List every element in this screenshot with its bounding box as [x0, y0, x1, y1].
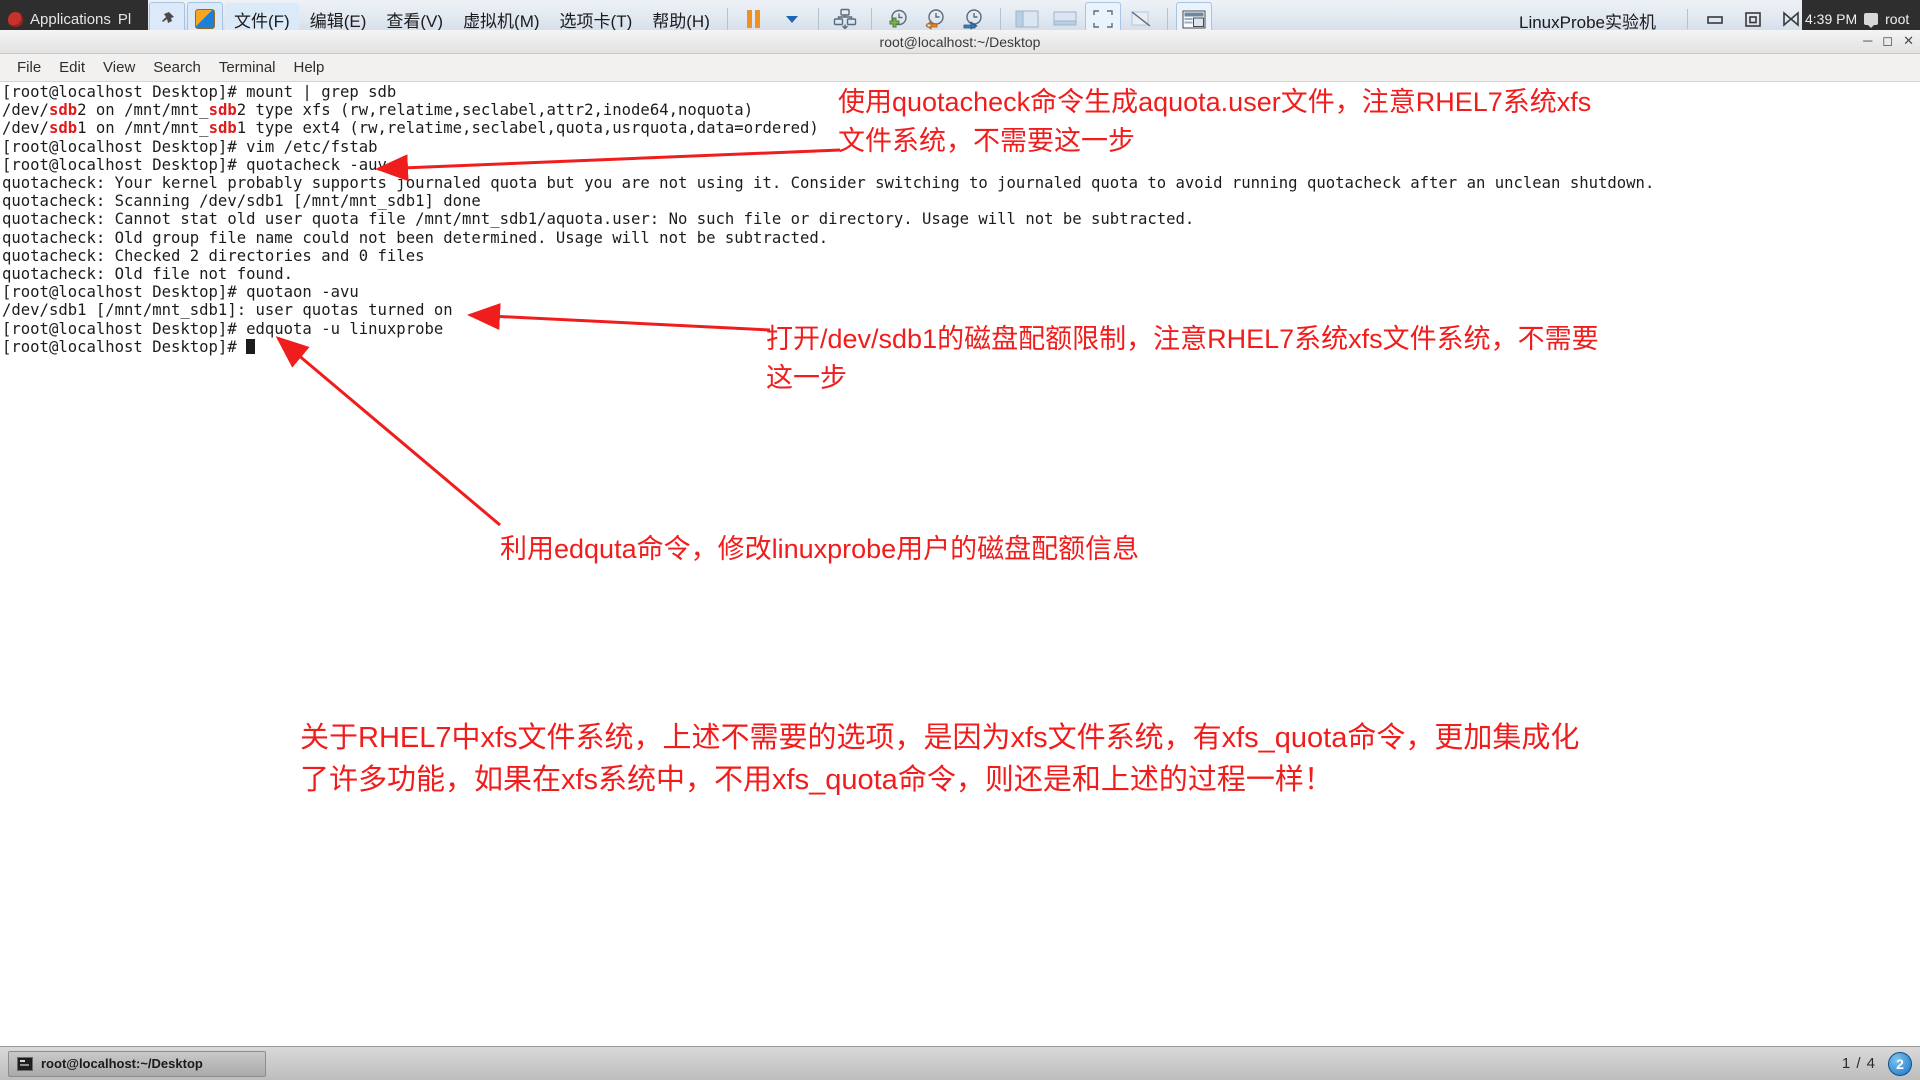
terminal-titlebar: root@localhost:~/Desktop ─ ◻ ✕ — [0, 30, 1920, 54]
user-icon — [1864, 13, 1879, 28]
terminal-menu-file[interactable]: File — [8, 56, 50, 79]
terminal-close-button[interactable]: ✕ — [1903, 32, 1914, 50]
toolbar-divider — [1687, 9, 1688, 29]
minimize-icon — [1707, 16, 1723, 24]
redhat-logo-icon — [8, 11, 23, 27]
restore-button[interactable] — [1742, 8, 1764, 30]
clock-arrow-icon — [963, 9, 982, 30]
terminal-line: [root@localhost Desktop]# vim /etc/fstab — [2, 137, 378, 156]
terminal-menu-view[interactable]: View — [94, 56, 144, 79]
close-button[interactable] — [1780, 8, 1802, 30]
terminal-line: quotacheck: Your kernel probably support… — [2, 174, 1655, 192]
toolbar-divider — [999, 8, 1001, 30]
applications-menu[interactable]: Applications — [30, 11, 111, 28]
pin-icon — [162, 12, 174, 23]
terminal-line: /dev/sdb1 on /mnt/mnt_sdb1 type ext4 (rw… — [2, 119, 819, 138]
terminal-menu-help[interactable]: Help — [285, 56, 334, 79]
annotation-quotacheck: 使用quotacheck命令生成aquota.user文件，注意RHEL7系统x… — [838, 87, 1592, 156]
terminal-menu-search[interactable]: Search — [144, 56, 210, 79]
terminal-maximize-button[interactable]: ◻ — [1882, 32, 1893, 50]
terminal-line: quotacheck: Scanning /dev/sdb1 [/mnt/mnt… — [2, 192, 481, 211]
workspace-indicator[interactable]: 1 / 4 — [1842, 1055, 1876, 1072]
terminal-window-controls: ─ ◻ ✕ — [1863, 32, 1914, 50]
terminal-line: quotacheck: Cannot stat old user quota f… — [2, 210, 1195, 229]
terminal-title: root@localhost:~/Desktop — [879, 33, 1041, 50]
places-menu[interactable]: Pl — [118, 11, 131, 28]
grep-match: sdb — [208, 101, 237, 120]
toolbar-divider — [1166, 8, 1168, 30]
taskbar-window-label: root@localhost:~/Desktop — [41, 1056, 203, 1071]
console-view-icon — [1053, 11, 1077, 26]
terminal-icon — [17, 1056, 33, 1071]
grep-match: sdb — [208, 119, 237, 138]
toolbar-divider — [870, 8, 872, 30]
terminal-menu-edit[interactable]: Edit — [50, 56, 94, 79]
grep-match: sdb — [48, 101, 78, 120]
terminal-line: [root@localhost Desktop]# edquota -u lin… — [2, 319, 444, 338]
terminal-line: [root@localhost Desktop]# — [2, 338, 256, 356]
annotation-quotaon: 打开/dev/sdb1的磁盘配额限制，注意RHEL7系统xfs文件系统，不需要 … — [766, 324, 1599, 393]
terminal-minimize-button[interactable]: ─ — [1863, 32, 1872, 50]
sidebar-panel-icon — [1015, 10, 1039, 28]
grep-match: sdb — [48, 119, 78, 138]
pause-icon — [747, 10, 761, 28]
chevron-down-icon — [785, 15, 798, 23]
taskbar-window-button[interactable]: root@localhost:~/Desktop — [8, 1050, 266, 1077]
taskbar: root@localhost:~/Desktop 1 / 4 2 — [0, 1046, 1920, 1080]
terminal-line: /dev/sdb2 on /mnt/mnt_sdb2 type xfs (rw,… — [2, 101, 754, 120]
unity-mode-icon — [1131, 11, 1151, 27]
vm-library-icon — [195, 9, 215, 29]
snapshot-manager-icon — [833, 8, 857, 30]
terminal-line: quotacheck: Checked 2 directories and 0 … — [2, 246, 425, 265]
terminal-menubar: File Edit View Search Terminal Help — [0, 54, 1920, 82]
restore-icon — [1745, 12, 1761, 27]
multi-monitor-icon — [1182, 10, 1206, 28]
annotation-xfs-summary: 关于RHEL7中xfs文件系统，上述不需要的选项，是因为xfs文件系统，有xfs… — [300, 722, 1580, 796]
toolbar-divider — [817, 8, 819, 30]
terminal-menu-terminal[interactable]: Terminal — [210, 56, 285, 79]
user-label[interactable]: root — [1885, 11, 1909, 27]
terminal-line: quotacheck: Old file not found. — [2, 265, 294, 283]
clock-plus-icon — [889, 9, 907, 28]
terminal-line: [root@localhost Desktop]# quotacheck -au… — [2, 155, 387, 174]
fullscreen-icon — [1093, 10, 1113, 28]
terminal-cursor — [246, 338, 256, 354]
annotation-edquota: 利用edquta命令，修改linuxprobe用户的磁盘配额信息 — [500, 534, 1140, 564]
terminal-line: quotacheck: Old group file name could no… — [2, 228, 829, 247]
minimize-button[interactable] — [1704, 8, 1726, 30]
clock-label[interactable]: 4:39 PM — [1805, 11, 1857, 27]
terminal-line: [root@localhost Desktop]# quotaon -avu — [2, 283, 359, 302]
terminal-line: [root@localhost Desktop]# mount | grep s… — [2, 83, 397, 101]
toolbar-divider — [726, 8, 728, 30]
clock-revert-icon — [925, 9, 944, 30]
terminal-line: /dev/sdb1 [/mnt/mnt_sdb1]: user quotas t… — [2, 301, 453, 320]
close-icon — [1783, 11, 1799, 27]
workspace-badge[interactable]: 2 — [1888, 1052, 1912, 1076]
